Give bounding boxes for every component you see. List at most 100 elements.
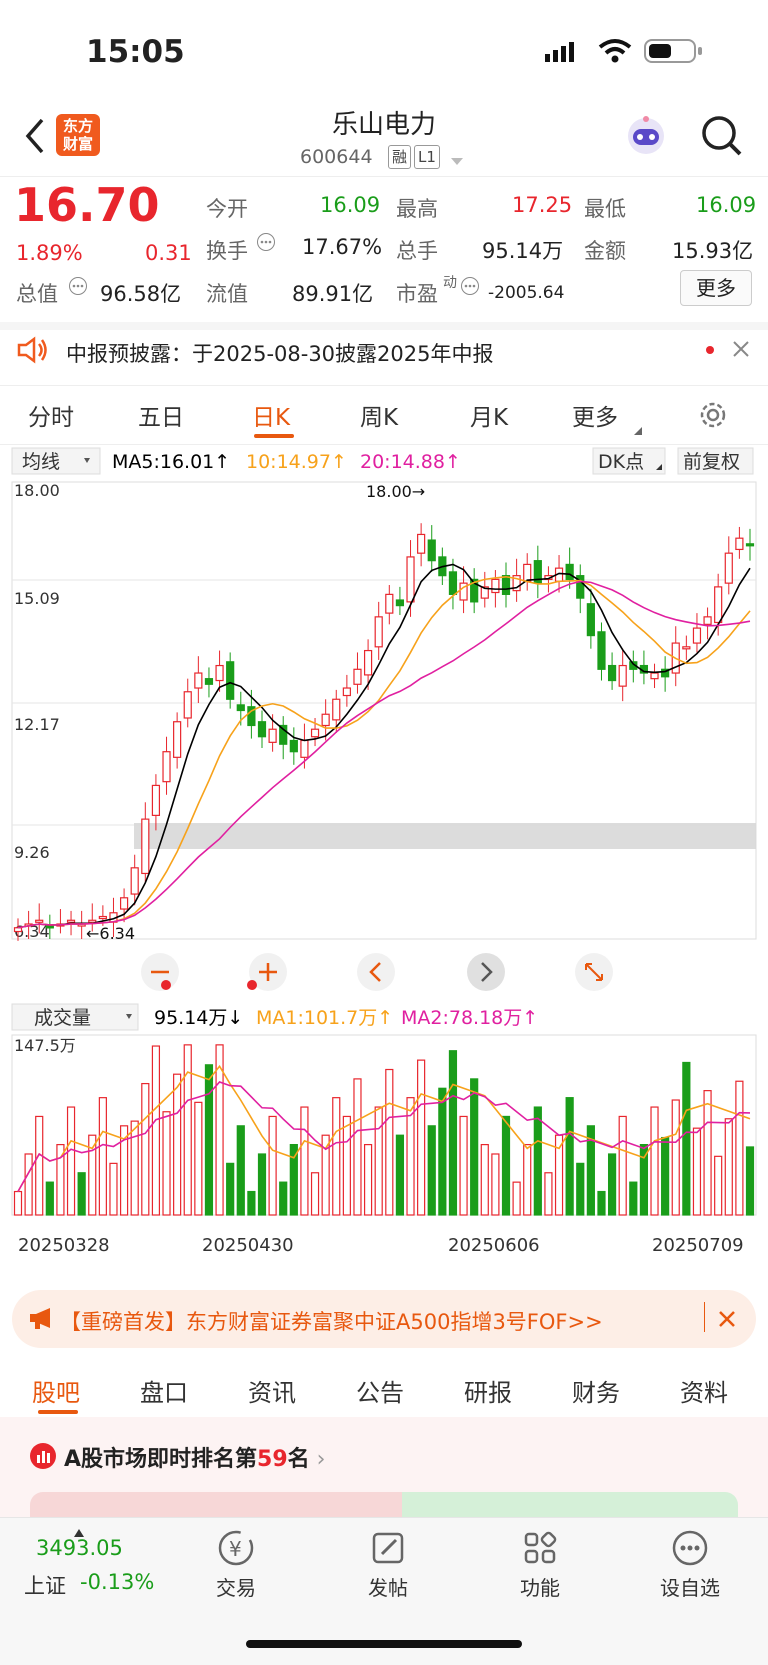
tab-more[interactable]: 更多 [572, 398, 618, 432]
vol-ma2: MA2:78.18万↑ [401, 1007, 538, 1029]
close-icon[interactable] [732, 340, 750, 362]
volume-select[interactable]: 成交量 [34, 1007, 91, 1029]
chevron-down-icon[interactable] [450, 152, 464, 171]
kline-chart-area[interactable]: 均线 MA5:16.01↑ 10:14.97↑ 20:14.88↑ DK点 前复… [0, 445, 768, 1275]
candle-body [215, 664, 224, 682]
triangle-icon [634, 420, 642, 439]
candle-body [565, 563, 574, 580]
zoom-in-button[interactable] [247, 953, 287, 991]
dk-button[interactable]: DK点 [598, 451, 644, 473]
info-icon[interactable] [460, 276, 480, 300]
turnover-label: 换手 [206, 239, 248, 263]
ma5-label: MA5:16.01↑ [112, 451, 230, 473]
volume-bar [417, 1059, 426, 1216]
float-value: 89.91亿 [292, 282, 374, 306]
vol-label: 总手 [396, 239, 438, 263]
volume-bar [310, 1172, 320, 1216]
ma-line [17, 575, 751, 929]
volume-bar [66, 1106, 76, 1216]
tab-forum[interactable]: 股吧 [32, 1373, 80, 1408]
nav-trade[interactable]: ¥ 交易 [196, 1528, 276, 1601]
pe-label: 市盈 [396, 282, 438, 306]
index-change[interactable]: -0.13% [80, 1570, 154, 1594]
amount-label: 金额 [584, 239, 626, 263]
y-tick-9: 9.26 [14, 843, 50, 862]
robot-avatar-icon[interactable] [624, 114, 668, 162]
low-label: 最低 [584, 197, 626, 221]
nav-functions[interactable]: 功能 [500, 1528, 580, 1601]
tab-finance[interactable]: 财务 [572, 1373, 620, 1408]
candle-body [586, 603, 595, 637]
candle-body [406, 556, 415, 603]
date-label: 20250328 [18, 1235, 110, 1256]
candle-body [385, 593, 394, 614]
change-amount: 0.31 [145, 241, 192, 265]
tab-intraday[interactable]: 分时 [28, 398, 74, 432]
ma-select[interactable]: 均线 [22, 451, 60, 473]
info-icon[interactable] [256, 232, 276, 256]
search-icon[interactable] [700, 114, 744, 162]
tab-announcements[interactable]: 公告 [356, 1373, 404, 1408]
info-icon[interactable] [68, 276, 88, 300]
volume-bar [459, 1115, 468, 1216]
tab-orderbook[interactable]: 盘口 [140, 1373, 188, 1408]
candle-body [682, 646, 691, 650]
open-value: 16.09 [320, 193, 381, 217]
tab-research[interactable]: 研报 [464, 1373, 512, 1408]
candle-body [342, 687, 351, 697]
volume-bar [650, 1106, 659, 1216]
candle-body [98, 915, 107, 920]
volume-bar [491, 1153, 500, 1216]
tab-monthly-k[interactable]: 月K [470, 398, 508, 432]
nav-add-watchlist[interactable]: 设自选 [650, 1528, 730, 1601]
tab-five-day[interactable]: 五日 [138, 398, 184, 432]
index-value[interactable]: 3493.05 [36, 1536, 123, 1560]
candle-body [714, 586, 723, 624]
high-label: 最高 [396, 197, 438, 221]
tab-news[interactable]: 资讯 [248, 1373, 296, 1408]
volume-bar [448, 1050, 458, 1216]
volume-bar [565, 1097, 574, 1216]
volume-bar [682, 1061, 691, 1216]
status-bar: 15:05 [0, 0, 768, 100]
tab-profile[interactable]: 资料 [680, 1373, 728, 1408]
expand-icon[interactable] [575, 953, 613, 991]
tab-weekly-k[interactable]: 周K [360, 398, 398, 432]
index-name[interactable]: 上证 [24, 1570, 66, 1600]
kline-svg[interactable]: 均线 MA5:16.01↑ 10:14.97↑ 20:14.88↑ DK点 前复… [0, 445, 768, 1275]
more-button[interactable]: 更多 [680, 270, 752, 306]
candle-body [310, 728, 320, 738]
volume-bar [13, 1190, 23, 1216]
volume-bar [576, 1162, 585, 1216]
adjust-button[interactable]: 前复权 [683, 451, 740, 473]
candle-body [321, 713, 330, 727]
scroll-right-button[interactable] [467, 953, 505, 991]
candle-body [745, 543, 755, 547]
gear-icon[interactable] [698, 400, 728, 434]
zoom-out-button[interactable] [141, 953, 179, 991]
candle-body [724, 552, 733, 584]
volume-bar [300, 1106, 309, 1216]
candle-body [703, 616, 712, 625]
volume-bar [671, 1099, 680, 1216]
volume-bar [512, 1181, 521, 1216]
tab-daily-k[interactable]: 日K [252, 398, 290, 432]
date-label: 20250430 [202, 1235, 294, 1256]
volume-bar [745, 1146, 755, 1216]
volume-bar [109, 1162, 118, 1216]
close-icon[interactable] [718, 1310, 736, 1332]
max-price-label: 18.00→ [366, 482, 425, 501]
candle-body [194, 672, 203, 689]
volume-bar [353, 1078, 362, 1216]
volume-bar [173, 1073, 182, 1216]
scroll-left-button[interactable] [357, 953, 395, 991]
date-label: 20250709 [652, 1235, 744, 1256]
battery-icon [644, 38, 704, 68]
volume-bar [35, 1115, 44, 1216]
nav-post[interactable]: 发帖 [348, 1528, 428, 1601]
volume-bar [703, 1090, 712, 1216]
ma-line [17, 580, 751, 929]
level-tag: L1 [414, 145, 440, 169]
volume-bar [183, 1044, 192, 1216]
volume-bar [618, 1115, 627, 1216]
